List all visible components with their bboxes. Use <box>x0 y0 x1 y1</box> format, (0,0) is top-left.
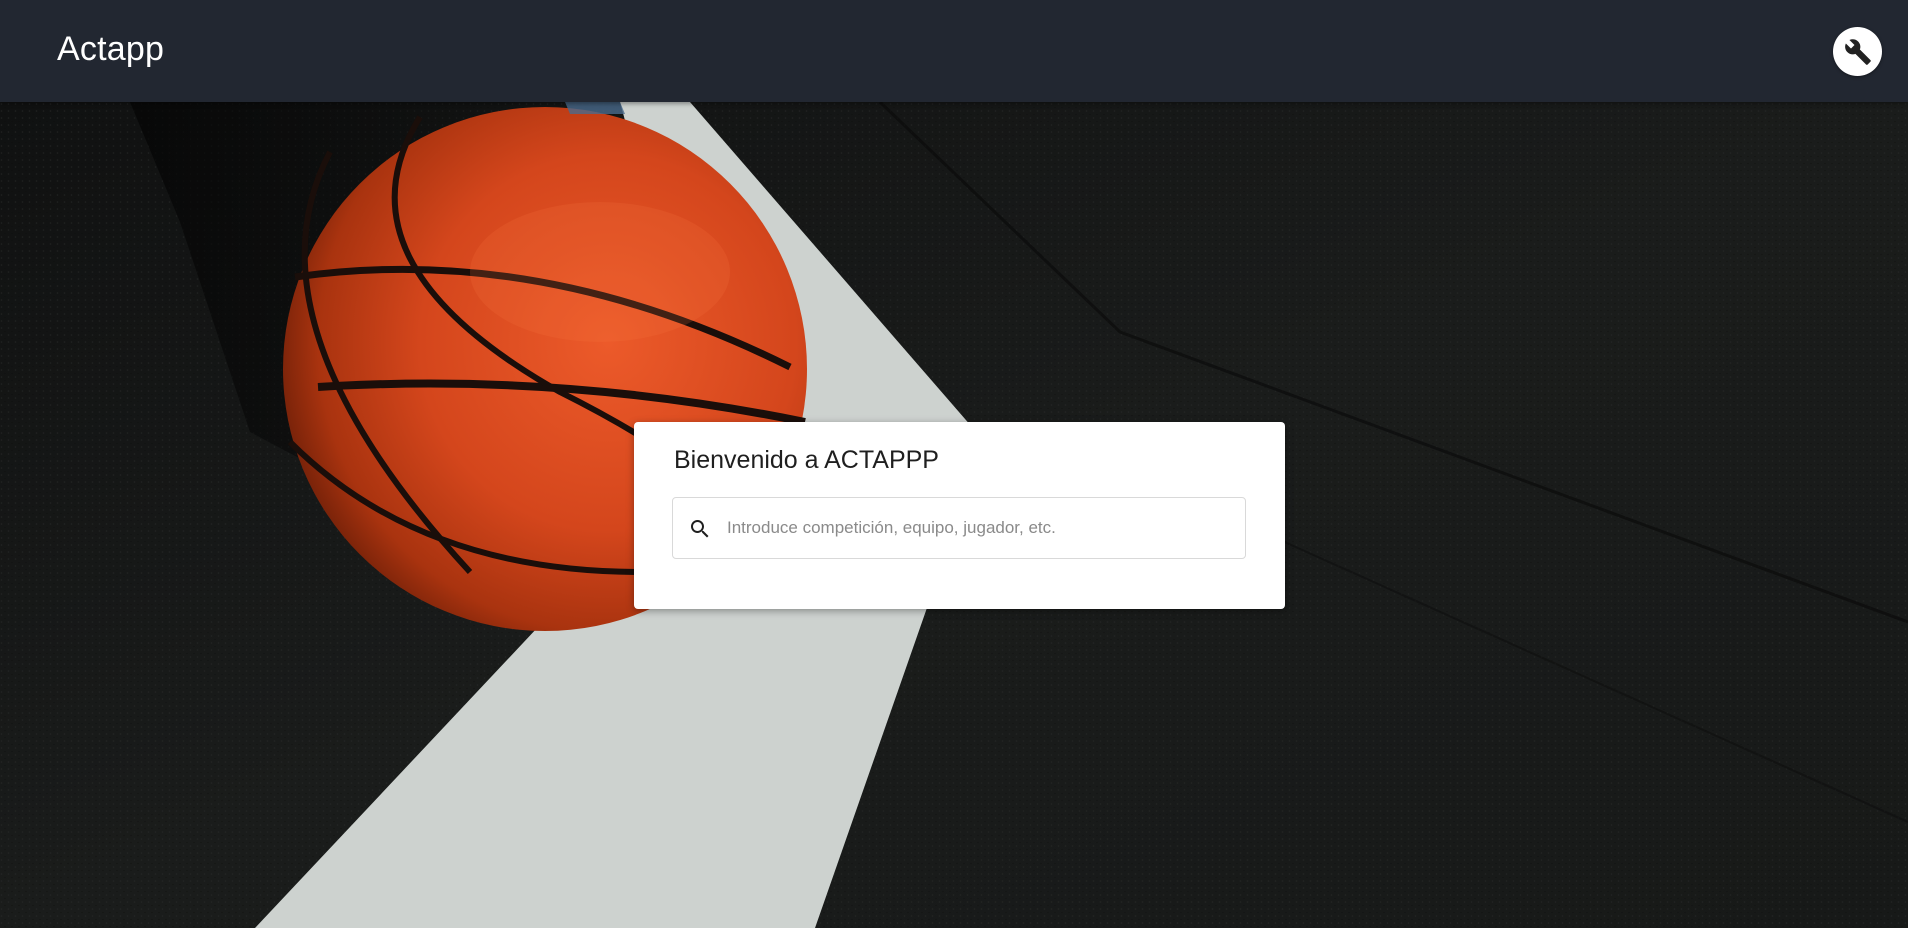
app-bar: Actapp <box>0 0 1908 102</box>
search-icon <box>691 520 709 538</box>
search-card: Bienvenido a ACTAPPP <box>634 422 1285 609</box>
search-input[interactable] <box>727 498 1232 558</box>
card-title: Bienvenido a ACTAPPP <box>674 446 939 474</box>
search-field[interactable] <box>672 497 1246 559</box>
tools-button[interactable] <box>1833 27 1882 76</box>
wrench-icon <box>1844 38 1871 65</box>
app-title: Actapp <box>57 30 165 68</box>
